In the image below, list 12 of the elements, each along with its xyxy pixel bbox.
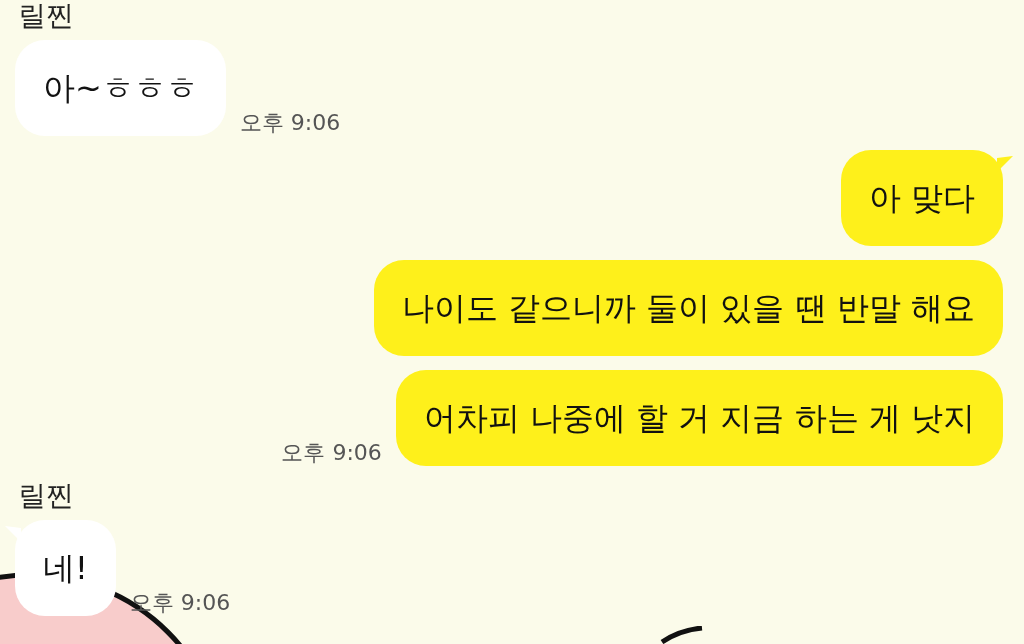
message-time: 오후 9:06 (129, 592, 231, 614)
message-bubble: 네! (15, 520, 116, 616)
message-bubble: 아 맞다 (840, 150, 1003, 246)
message-time: 오후 9:06 (239, 112, 341, 134)
bubble-tail-icon (997, 156, 1013, 172)
message-time: 오후 9:06 (281, 442, 382, 464)
message-bubble: 아~ㅎㅎㅎ (15, 40, 226, 136)
message-bubble: 나이도 같으니까 둘이 있을 땐 반말 해요 (373, 260, 1003, 356)
sender-name: 릴찐 (18, 479, 74, 512)
wallpaper-drawing (660, 626, 704, 644)
message-bubble: 어차피 나중에 할 거 지금 하는 게 낫지 (395, 370, 1003, 466)
sender-name: 릴찐 (18, 0, 74, 32)
